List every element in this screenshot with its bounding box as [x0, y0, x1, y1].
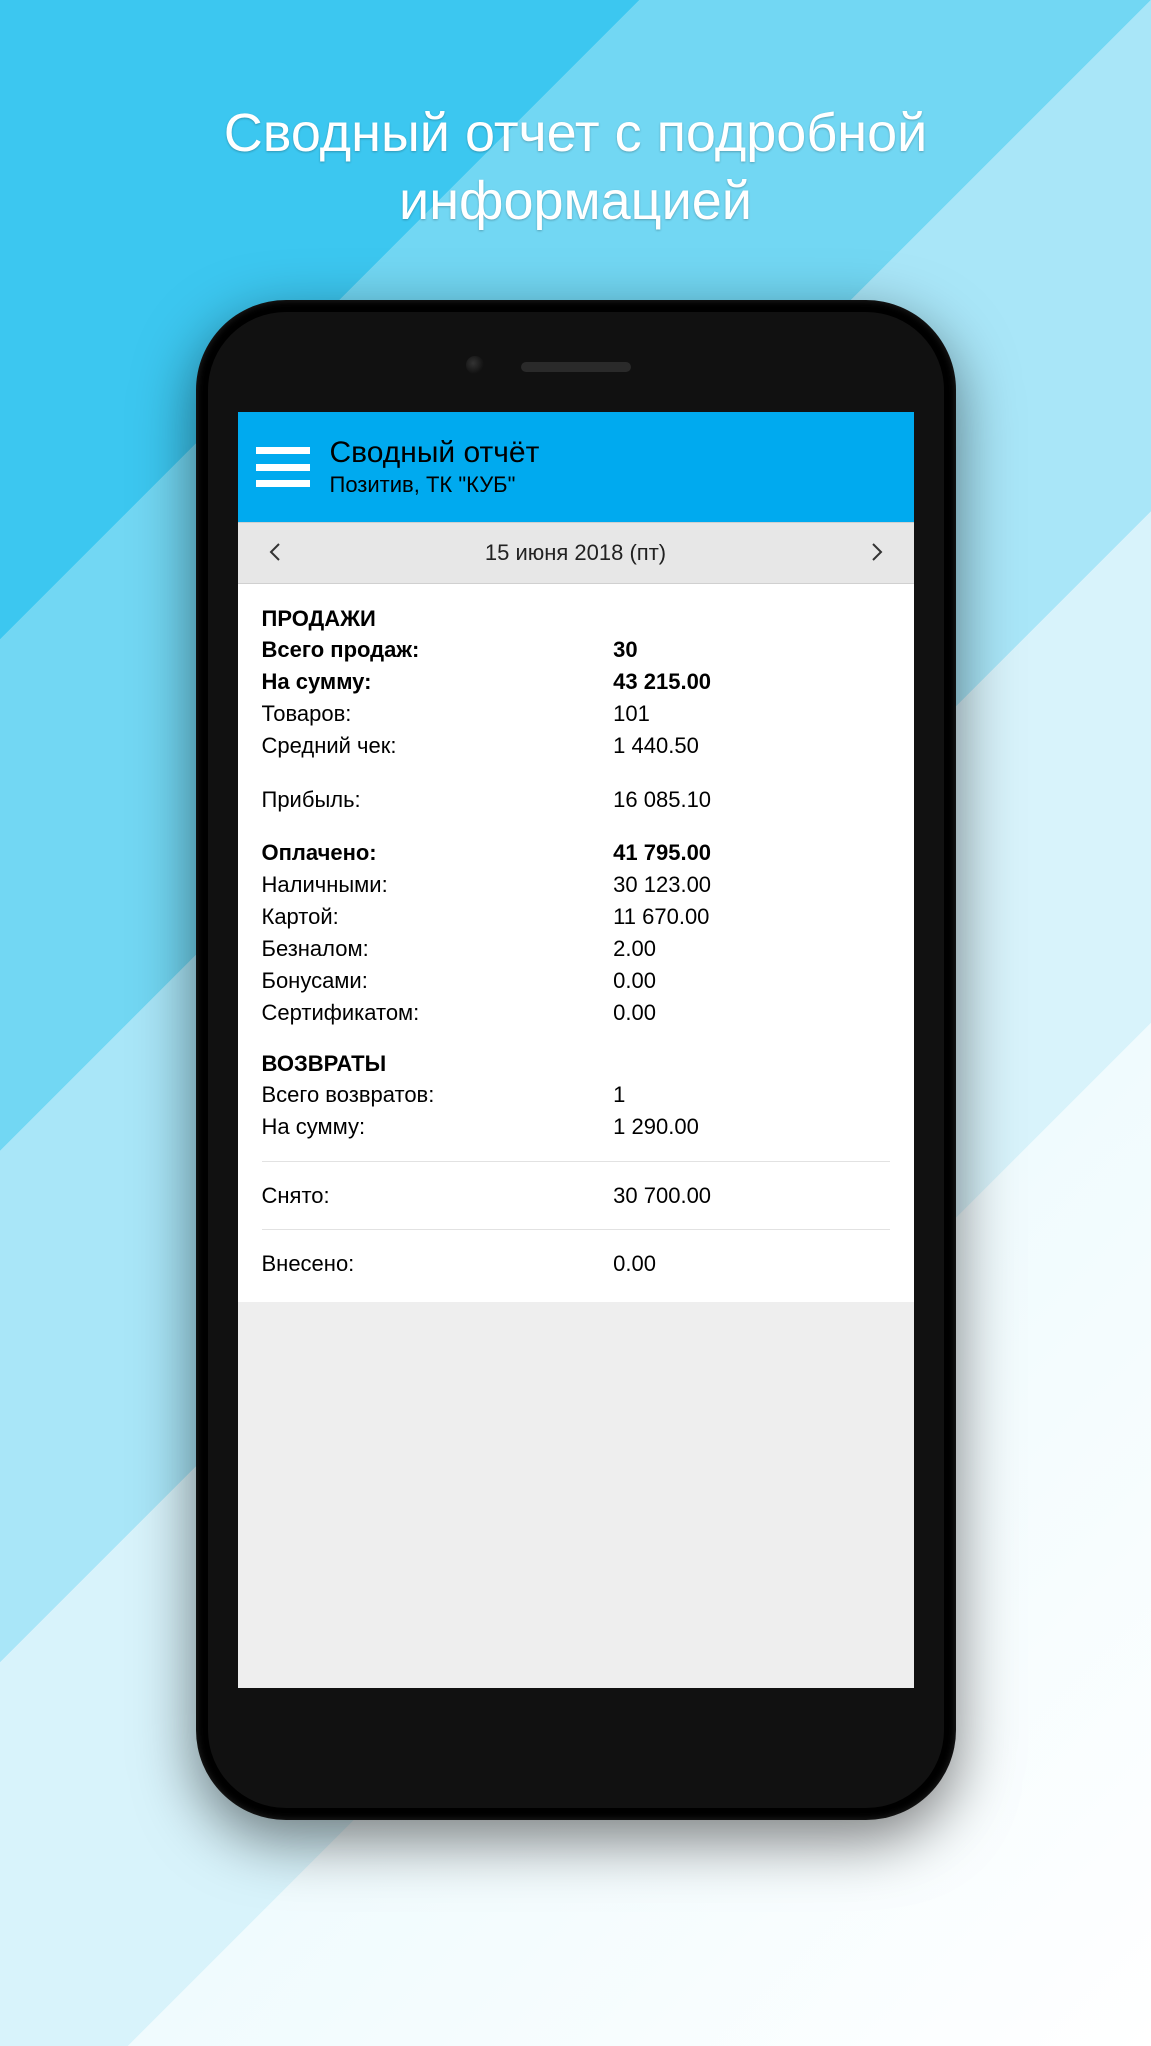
prev-day-button[interactable]	[258, 534, 292, 573]
promo-line2: информацией	[399, 171, 752, 231]
report-body: ПРОДАЖИ Всего продаж: 30 На сумму: 43 21…	[238, 584, 914, 1302]
divider	[262, 1229, 890, 1230]
row-paid: Оплачено: 41 795.00	[262, 837, 890, 869]
value-profit: 16 085.10	[613, 784, 889, 816]
label-deposited: Внесено:	[262, 1248, 614, 1280]
row-sales-amount: На сумму: 43 215.00	[262, 666, 890, 698]
phone-camera	[466, 356, 484, 374]
value-withdrawn: 30 700.00	[613, 1180, 889, 1212]
value-total-returns: 1	[613, 1079, 889, 1111]
returns-heading: ВОЗВРАТЫ	[262, 1051, 890, 1077]
row-bonus: Бонусами: 0.00	[262, 965, 890, 997]
label-profit: Прибыль:	[262, 784, 614, 816]
value-card: 11 670.00	[613, 901, 889, 933]
label-cash: Наличными:	[262, 869, 614, 901]
row-goods: Товаров: 101	[262, 698, 890, 730]
row-avg-check: Средний чек: 1 440.50	[262, 730, 890, 762]
promo-title: Сводный отчет с подробной информацией	[0, 100, 1151, 235]
page-title: Сводный отчёт	[330, 436, 540, 470]
label-goods: Товаров:	[262, 698, 614, 730]
row-withdrawn: Снято: 30 700.00	[262, 1180, 890, 1212]
value-bank: 2.00	[613, 933, 889, 965]
next-day-button[interactable]	[860, 534, 894, 573]
phone-frame: Сводный отчёт Позитив, ТК "КУБ" 15 июня …	[196, 300, 956, 1820]
label-card: Картой:	[262, 901, 614, 933]
value-bonus: 0.00	[613, 965, 889, 997]
promo-line1: Сводный отчет с подробной	[224, 103, 928, 163]
row-returns-amount: На сумму: 1 290.00	[262, 1111, 890, 1143]
row-cash: Наличными: 30 123.00	[262, 869, 890, 901]
label-total-returns: Всего возвратов:	[262, 1079, 614, 1111]
app-header: Сводный отчёт Позитив, ТК "КУБ"	[238, 412, 914, 522]
row-total-returns: Всего возвратов: 1	[262, 1079, 890, 1111]
label-avg-check: Средний чек:	[262, 730, 614, 762]
header-text: Сводный отчёт Позитив, ТК "КУБ"	[330, 436, 540, 498]
row-deposited: Внесено: 0.00	[262, 1248, 890, 1280]
label-cert: Сертификатом:	[262, 997, 614, 1029]
label-bank: Безналом:	[262, 933, 614, 965]
sales-heading: ПРОДАЖИ	[262, 606, 890, 632]
divider	[262, 1161, 890, 1162]
value-cert: 0.00	[613, 997, 889, 1029]
empty-area	[238, 1302, 914, 1688]
current-date[interactable]: 15 июня 2018 (пт)	[485, 540, 666, 566]
value-goods: 101	[613, 698, 889, 730]
row-card: Картой: 11 670.00	[262, 901, 890, 933]
value-cash: 30 123.00	[613, 869, 889, 901]
label-withdrawn: Снято:	[262, 1180, 614, 1212]
row-profit: Прибыль: 16 085.10	[262, 784, 890, 816]
label-returns-amount: На сумму:	[262, 1111, 614, 1143]
label-total-sales: Всего продаж:	[262, 634, 614, 666]
value-sales-amount: 43 215.00	[613, 666, 889, 698]
row-cert: Сертификатом: 0.00	[262, 997, 890, 1029]
value-avg-check: 1 440.50	[613, 730, 889, 762]
value-returns-amount: 1 290.00	[613, 1111, 889, 1143]
menu-icon[interactable]	[256, 447, 310, 487]
label-bonus: Бонусами:	[262, 965, 614, 997]
label-sales-amount: На сумму:	[262, 666, 614, 698]
value-total-sales: 30	[613, 634, 889, 666]
date-bar: 15 июня 2018 (пт)	[238, 522, 914, 584]
phone-speaker	[521, 362, 631, 372]
value-paid: 41 795.00	[613, 837, 889, 869]
app-screen: Сводный отчёт Позитив, ТК "КУБ" 15 июня …	[238, 412, 914, 1688]
value-deposited: 0.00	[613, 1248, 889, 1280]
row-total-sales: Всего продаж: 30	[262, 634, 890, 666]
store-subtitle: Позитив, ТК "КУБ"	[330, 472, 540, 498]
row-bank: Безналом: 2.00	[262, 933, 890, 965]
label-paid: Оплачено:	[262, 837, 614, 869]
phone-body: Сводный отчёт Позитив, ТК "КУБ" 15 июня …	[208, 312, 944, 1808]
